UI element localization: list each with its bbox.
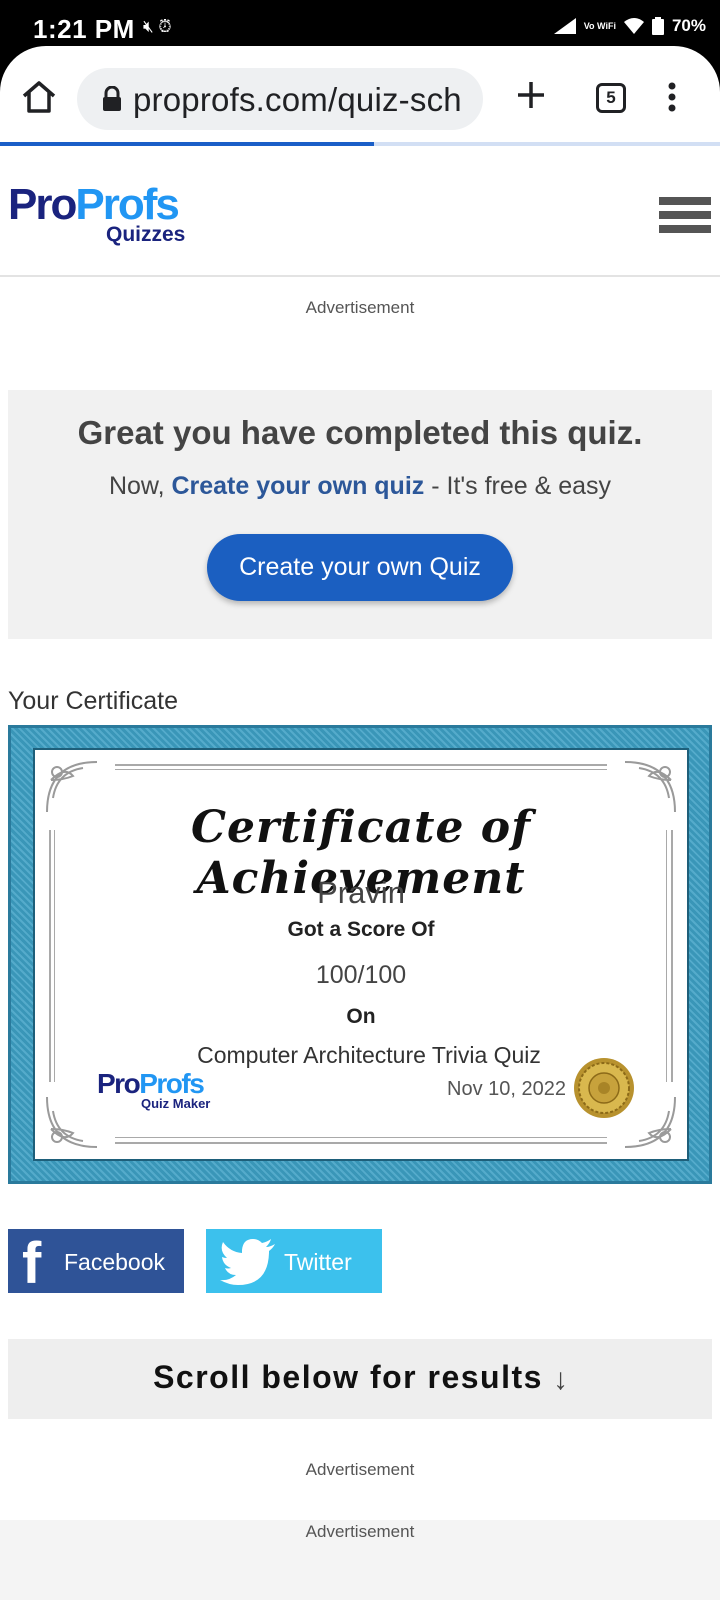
lock-icon xyxy=(103,86,121,111)
advertisement-label: Advertisement xyxy=(305,298,415,317)
logo-pro: Pro xyxy=(8,180,77,229)
certificate-heading: Your Certificate xyxy=(8,687,178,715)
down-arrow-icon: ↓ xyxy=(553,1363,568,1396)
battery-icon xyxy=(651,17,664,35)
on-label: On xyxy=(346,1005,376,1028)
twitter-label: Twitter xyxy=(284,1249,352,1275)
cert-logo-profs: Profs xyxy=(139,1068,205,1099)
wifi-icon xyxy=(623,18,644,34)
new-tab-icon[interactable] xyxy=(514,78,548,112)
create-quiz-button[interactable]: Create your own Quiz xyxy=(207,534,513,601)
quiz-completed-banner: Great you have completed this quiz. Now,… xyxy=(8,390,712,639)
certificate: Certificate of Achievement Pravin Got a … xyxy=(33,748,689,1161)
completed-subtitle: Now, Create your own quiz - It's free & … xyxy=(8,472,712,501)
cert-logo-sub: Quiz Maker xyxy=(141,1096,211,1111)
advertisement-label: Advertisement xyxy=(305,1522,415,1541)
status-bar: 1:21 PM 🔇︎ ⏰︎ Vo WiFi 70% xyxy=(0,0,720,46)
status-time: 1:21 PM xyxy=(33,14,135,44)
ad-container: Advertisement xyxy=(0,1520,720,1600)
battery-percent: 70% xyxy=(671,16,706,35)
sub-prefix: Now, xyxy=(108,472,172,500)
twitter-share-button[interactable]: Twitter xyxy=(206,1229,382,1293)
recipient-name: Pravin xyxy=(317,875,405,910)
vowifi-label: Vo WiFi xyxy=(583,20,616,31)
address-bar[interactable]: proprofs.com/quiz-sch xyxy=(77,68,483,130)
score-value: 100/100 xyxy=(315,961,407,989)
status-icons: Vo WiFi 70% xyxy=(553,16,706,36)
cert-logo-pro: Pro xyxy=(97,1068,141,1099)
gold-seal-icon xyxy=(574,1058,634,1118)
proprofs-quiz-maker-logo: ProProfs Quiz Maker xyxy=(97,1068,210,1111)
advertisement-label: Advertisement xyxy=(305,1460,415,1479)
scroll-for-results-bar[interactable]: Scroll below for results ↓ xyxy=(8,1339,712,1419)
more-menu-icon[interactable] xyxy=(668,82,676,112)
signal-icon xyxy=(553,18,576,34)
home-icon[interactable] xyxy=(20,78,58,116)
create-quiz-link[interactable]: Create your own quiz xyxy=(171,472,424,500)
ornament-icon xyxy=(46,1096,98,1148)
facebook-icon: f xyxy=(22,1231,42,1296)
scroll-text: Scroll below for results xyxy=(153,1359,543,1395)
logo-sub: Quizzes xyxy=(106,223,186,246)
tab-switcher-button[interactable]: 5 xyxy=(596,83,626,113)
got-score-label: Got a Score Of xyxy=(287,918,435,941)
completed-title: Great you have completed this quiz. xyxy=(77,414,643,451)
facebook-label: Facebook xyxy=(64,1249,166,1275)
sub-suffix: - It's free & easy xyxy=(424,472,612,500)
certificate-date: Nov 10, 2022 xyxy=(447,1078,566,1100)
site-header: ProProfs Quizzes xyxy=(0,146,720,277)
browser-toolbar: proprofs.com/quiz-sch 5 xyxy=(0,46,720,142)
logo-profs: Profs xyxy=(75,180,179,229)
certificate-frame: Certificate of Achievement Pravin Got a … xyxy=(8,725,712,1184)
facebook-share-button[interactable]: f Facebook xyxy=(8,1229,184,1293)
twitter-icon xyxy=(220,1239,275,1285)
proprofs-quizzes-logo[interactable]: ProProfs Quizzes xyxy=(8,180,185,247)
mute-alarm-icons: 🔇︎ ⏰︎ xyxy=(143,17,172,36)
url-text[interactable]: proprofs.com/quiz-sch xyxy=(133,81,462,119)
hamburger-menu-icon[interactable] xyxy=(659,197,711,241)
